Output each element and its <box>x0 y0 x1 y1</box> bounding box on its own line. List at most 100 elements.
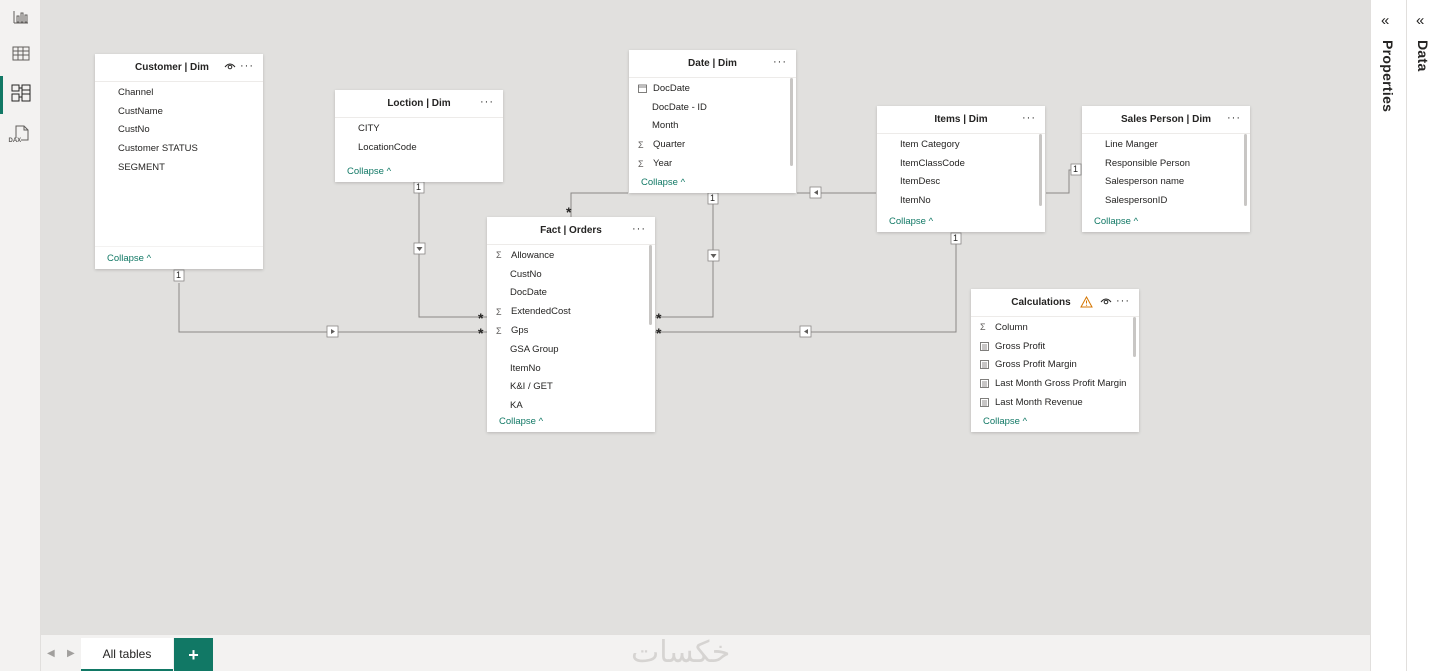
model-view-button[interactable] <box>0 76 41 114</box>
field-row[interactable]: DocDate - ID <box>629 98 796 117</box>
scrollbar[interactable] <box>649 245 652 325</box>
field-row[interactable]: CustNo <box>95 121 263 140</box>
calculator-icon <box>980 379 992 389</box>
more-options-icon[interactable]: ··· <box>773 56 787 68</box>
cardinality-many: * <box>656 325 662 341</box>
field-row[interactable]: ItemNo <box>877 191 1045 210</box>
warning-icon[interactable] <box>1080 295 1093 311</box>
field-row[interactable]: ItemNo <box>487 359 655 378</box>
table-card-items[interactable]: Items | Dim ··· Item Category ItemClassC… <box>877 106 1045 232</box>
field-row[interactable]: CITY <box>335 119 503 138</box>
table-header[interactable]: Calculations ··· <box>971 289 1139 317</box>
scrollbar[interactable] <box>1133 317 1136 357</box>
field-row[interactable]: ItemDesc <box>877 173 1045 192</box>
field-row[interactable]: Σ Gps <box>487 321 655 340</box>
scrollbar[interactable] <box>790 78 793 166</box>
properties-pane[interactable]: « Properties <box>1370 0 1406 671</box>
table-card-date[interactable]: Date | Dim ··· DocDate DocDate - ID Mont… <box>629 50 796 193</box>
table-header[interactable]: Items | Dim ··· <box>877 106 1045 134</box>
scroll-right-icon[interactable]: ▶ <box>67 648 75 659</box>
dax-label: DAX <box>8 138 22 144</box>
field-row[interactable]: Σ ExtendedCost <box>487 302 655 321</box>
scrollbar[interactable] <box>1244 134 1247 206</box>
expand-chevron-icon[interactable]: « <box>1381 12 1389 29</box>
table-header[interactable]: Sales Person | Dim ··· <box>1082 106 1250 134</box>
table-title: Fact | Orders <box>540 225 602 236</box>
visibility-icon[interactable] <box>224 62 236 73</box>
table-card-customer[interactable]: Customer | Dim ··· Channel CustName Cust… <box>95 54 263 269</box>
collapse-link[interactable]: Collapse ^ <box>641 177 685 188</box>
cardinality-many: * <box>656 310 662 326</box>
dax-query-view-button[interactable]: DAX <box>0 116 41 154</box>
chevron-up-icon: ^ <box>538 416 544 427</box>
collapse-link[interactable]: Collapse ^ <box>499 416 543 427</box>
field-row[interactable]: Gross Profit <box>971 337 1139 356</box>
collapse-link[interactable]: Collapse ^ <box>983 416 1027 427</box>
table-header[interactable]: Customer | Dim ··· <box>95 54 263 82</box>
visibility-icon[interactable] <box>1100 297 1112 308</box>
field-row[interactable]: DocDate <box>629 79 796 98</box>
relationship-date-fact-top <box>570 192 628 217</box>
scrollbar[interactable] <box>1039 134 1042 206</box>
field-row[interactable]: Σ Year <box>629 154 796 173</box>
calculator-icon <box>980 360 992 370</box>
collapse-link[interactable]: Collapse ^ <box>107 253 151 264</box>
field-row[interactable]: ItemClassCode <box>877 154 1045 173</box>
table-card-location[interactable]: Loction | Dim ··· CITY LocationCode Coll… <box>335 90 503 182</box>
cardinality-many: * <box>478 325 484 341</box>
field-row[interactable]: Σ Column <box>971 318 1139 337</box>
table-title: Calculations <box>1011 297 1071 308</box>
field-row[interactable]: KA <box>487 396 655 415</box>
field-row[interactable]: SalespersonID <box>1082 191 1250 210</box>
table-card-calculations[interactable]: Calculations ··· Σ Column Gross Profit Gr… <box>971 289 1139 432</box>
table-header[interactable]: Loction | Dim ··· <box>335 90 503 118</box>
field-row[interactable]: DocDate <box>487 284 655 303</box>
expand-chevron-icon[interactable]: « <box>1416 12 1424 29</box>
more-options-icon[interactable]: ··· <box>632 223 646 235</box>
field-row[interactable]: LocationCode <box>335 138 503 157</box>
more-options-icon[interactable]: ··· <box>1227 112 1241 124</box>
field-row[interactable]: Line Manger <box>1082 135 1250 154</box>
more-options-icon[interactable]: ··· <box>480 96 494 108</box>
chevron-up-icon: ^ <box>680 177 686 188</box>
table-card-fact-orders[interactable]: Fact | Orders ··· Σ Allowance CustNo DocD… <box>487 217 655 432</box>
field-row[interactable]: Σ Quarter <box>629 135 796 154</box>
tab-all-tables[interactable]: All tables <box>81 638 173 671</box>
relationship-customer-fact <box>178 283 487 333</box>
field-row[interactable]: Channel <box>95 83 263 102</box>
chevron-up-icon: ^ <box>1022 416 1028 427</box>
field-row[interactable]: Responsible Person <box>1082 154 1250 173</box>
table-header[interactable]: Fact | Orders ··· <box>487 217 655 245</box>
field-row[interactable]: Last Month Revenue <box>971 393 1139 412</box>
scroll-left-icon[interactable]: ◀ <box>47 648 55 659</box>
field-row[interactable]: K&I / GET <box>487 378 655 397</box>
relationship-date-fact-right <box>655 190 714 318</box>
model-canvas[interactable]: 1 1 1 1 1 * * * * * Customer | Dim ··· C… <box>41 0 1370 634</box>
field-row[interactable]: Σ Allowance <box>487 246 655 265</box>
field-row[interactable]: Gross Profit Margin <box>971 356 1139 375</box>
field-row[interactable]: CustNo <box>487 265 655 284</box>
properties-pane-label: Properties <box>1380 40 1396 113</box>
more-options-icon[interactable]: ··· <box>1022 112 1036 124</box>
table-view-button[interactable] <box>0 37 41 75</box>
data-pane[interactable]: « Data <box>1406 0 1440 671</box>
calculator-icon <box>980 341 992 351</box>
add-layout-button[interactable]: + <box>174 638 213 671</box>
field-row[interactable]: Last Month Gross Profit Margin <box>971 374 1139 393</box>
report-view-button[interactable] <box>0 0 41 38</box>
field-row[interactable]: CustName <box>95 102 263 121</box>
field-row[interactable]: Salesperson name <box>1082 173 1250 192</box>
collapse-link[interactable]: Collapse ^ <box>1094 216 1138 227</box>
more-options-icon[interactable]: ··· <box>1116 295 1130 307</box>
field-row[interactable]: Customer STATUS <box>95 139 263 158</box>
field-row[interactable]: GSA Group <box>487 340 655 359</box>
layout-tab-bar: ◀ ▶ All tables + خكسات <box>41 634 1370 671</box>
table-header[interactable]: Date | Dim ··· <box>629 50 796 78</box>
table-card-salesperson[interactable]: Sales Person | Dim ··· Line Manger Respo… <box>1082 106 1250 232</box>
more-options-icon[interactable]: ··· <box>240 60 254 72</box>
field-row[interactable]: Item Category <box>877 135 1045 154</box>
collapse-link[interactable]: Collapse ^ <box>889 216 933 227</box>
field-row[interactable]: Month <box>629 117 796 136</box>
field-row[interactable]: SEGMENT <box>95 158 263 177</box>
collapse-link[interactable]: Collapse ^ <box>347 166 391 177</box>
